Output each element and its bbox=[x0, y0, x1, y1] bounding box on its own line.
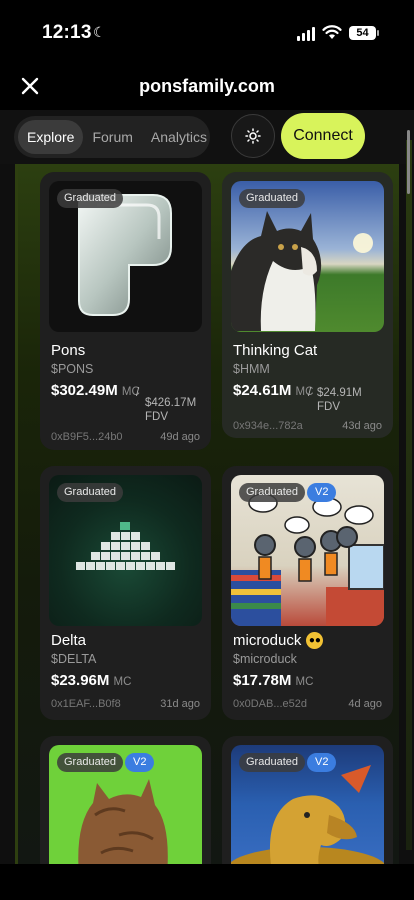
market-cap-value: $24.61M bbox=[233, 382, 292, 399]
token-image-5: Graduated V2 bbox=[49, 745, 202, 864]
status-bar: 12:13 ☾ 54 bbox=[0, 0, 414, 62]
theme-toggle-button[interactable] bbox=[231, 114, 275, 158]
fdv-separator: / bbox=[308, 387, 312, 399]
sun-icon bbox=[245, 128, 261, 144]
fdv-label: FDV bbox=[145, 411, 168, 423]
token-card-thinking-cat[interactable]: Graduated Thinking Cat $HMM $24.61M MC /… bbox=[222, 172, 393, 438]
token-ticker: $HMM bbox=[233, 362, 270, 376]
graduated-badge: Graduated bbox=[57, 189, 123, 208]
graduated-badge: Graduated bbox=[57, 753, 123, 772]
tab-explore[interactable]: Explore bbox=[18, 120, 84, 154]
fdv-amount: $24.91M bbox=[317, 387, 362, 399]
web-content: Explore Forum Analytics Connect Graduate… bbox=[0, 110, 414, 864]
token-age: 49d ago bbox=[160, 431, 200, 443]
token-image-delta: Graduated bbox=[49, 475, 202, 626]
market-cap-value: $23.96M bbox=[51, 672, 110, 689]
graduated-badge: Graduated bbox=[239, 189, 305, 208]
market-cap-value: $302.49M bbox=[51, 382, 118, 399]
v2-badge: V2 bbox=[125, 753, 155, 772]
token-name-row: microduck ●● bbox=[233, 632, 324, 649]
v2-badge: V2 bbox=[307, 753, 337, 772]
tab-analytics[interactable]: Analytics bbox=[142, 120, 216, 154]
tab-forum[interactable]: Forum bbox=[83, 120, 141, 154]
graduated-badge: Graduated bbox=[239, 483, 305, 502]
token-card-6[interactable]: Graduated V2 bbox=[222, 736, 393, 864]
bottom-bar bbox=[0, 864, 414, 900]
battery-icon: 54 bbox=[349, 26, 379, 40]
market-cap-label: MC bbox=[113, 676, 132, 688]
contract-address: 0x934e...782a bbox=[233, 420, 303, 432]
moon-icon: ☾ bbox=[93, 24, 106, 40]
market-cap: $302.49M MC bbox=[51, 382, 140, 399]
fdv-value: $24.91M FDV bbox=[317, 386, 391, 414]
market-cap: $24.61M MC bbox=[233, 382, 313, 399]
contract-address: 0x0DAB...e52d bbox=[233, 698, 307, 710]
market-cap: $23.96M MC bbox=[51, 672, 131, 689]
market-cap: $17.78M MC bbox=[233, 672, 313, 689]
token-age: 43d ago bbox=[342, 420, 382, 432]
token-card-pons[interactable]: Graduated Pons $PONS $302.49M MC / $426.… bbox=[40, 172, 211, 450]
wifi-icon bbox=[322, 25, 342, 39]
token-ticker: $microduck bbox=[233, 652, 297, 666]
page-url: ponsfamily.com bbox=[139, 76, 275, 96]
contract-address: 0x1EAF...B0f8 bbox=[51, 698, 121, 710]
token-name: Thinking Cat bbox=[233, 342, 318, 359]
contract-address: 0xB9F5...24b0 bbox=[51, 431, 123, 443]
nav-tabs: Explore Forum Analytics bbox=[14, 116, 210, 158]
token-card-5[interactable]: Graduated V2 bbox=[40, 736, 211, 864]
fdv-label: FDV bbox=[317, 401, 340, 413]
graduated-badge: Graduated bbox=[57, 483, 123, 502]
market-cap-label: MC bbox=[295, 676, 314, 688]
fdv-value: $426.17M FDV bbox=[145, 396, 211, 424]
token-card-delta[interactable]: Graduated Delta $DELTA $23.96M MC 0x1EAF… bbox=[40, 466, 211, 720]
token-ticker: $DELTA bbox=[51, 652, 97, 666]
verified-emoji-icon: ●● bbox=[306, 632, 324, 649]
status-time: 12:13 bbox=[42, 22, 92, 43]
fdv-amount: $426.17M bbox=[145, 397, 197, 409]
v2-badge: V2 bbox=[307, 483, 337, 502]
scrollbar[interactable] bbox=[407, 130, 410, 194]
token-image-microduck: Graduated V2 bbox=[231, 475, 384, 626]
top-nav: Explore Forum Analytics Connect bbox=[0, 110, 414, 164]
token-feed: Graduated Pons $PONS $302.49M MC / $426.… bbox=[15, 164, 399, 864]
connect-button[interactable]: Connect bbox=[281, 113, 365, 159]
token-name: Delta bbox=[51, 632, 87, 649]
graduated-badge: Graduated bbox=[239, 753, 305, 772]
page-edge bbox=[406, 140, 412, 850]
token-ticker: $PONS bbox=[51, 362, 94, 376]
market-cap-value: $17.78M bbox=[233, 672, 292, 689]
token-name: Pons bbox=[51, 342, 86, 359]
token-name: microduck bbox=[233, 632, 302, 649]
token-age: 31d ago bbox=[160, 698, 200, 710]
token-image-thinking-cat: Graduated bbox=[231, 181, 384, 332]
token-image-6: Graduated V2 bbox=[231, 745, 384, 864]
browser-header: ponsfamily.com bbox=[0, 62, 414, 110]
fdv-separator: / bbox=[136, 387, 140, 399]
cellular-signal-icon bbox=[297, 27, 315, 41]
token-age: 4d ago bbox=[348, 698, 382, 710]
token-card-microduck[interactable]: Graduated V2 microduck ●● $microduck $17… bbox=[222, 466, 393, 720]
token-image-pons: Graduated bbox=[49, 181, 202, 332]
